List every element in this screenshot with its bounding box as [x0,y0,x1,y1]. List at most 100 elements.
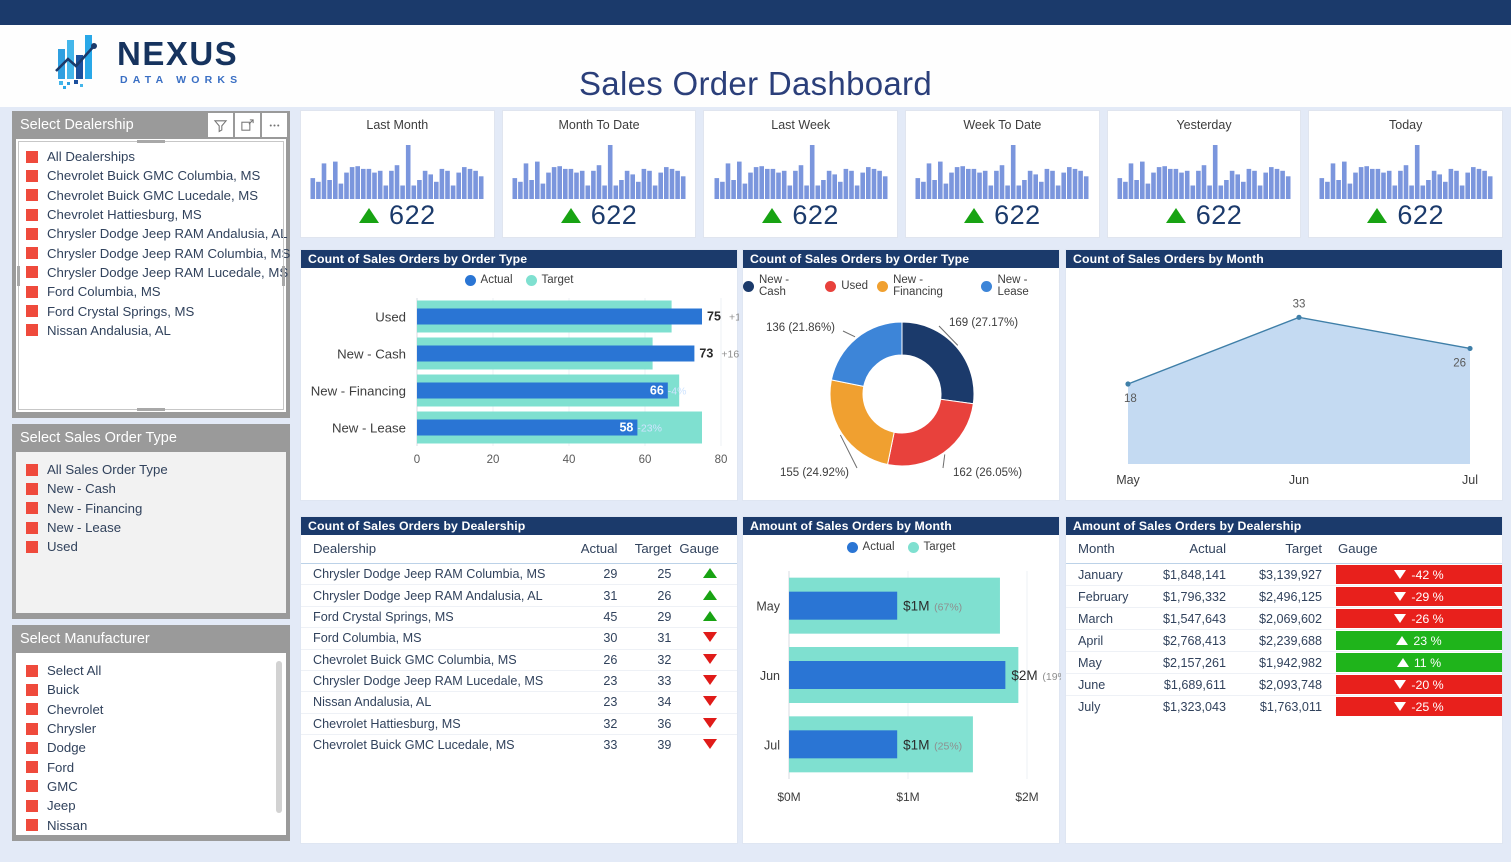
list-item[interactable]: Chevrolet [26,700,282,719]
table-row[interactable]: Chevrolet Buick GMC Lucedale, MS 33 39 [301,734,737,756]
slicer-manufacturer-list[interactable]: Select All Buick Chevrolet Chrysler Dodg… [16,653,286,835]
checkbox-icon[interactable] [26,305,38,318]
checkbox-icon[interactable] [26,150,38,163]
column-header[interactable]: Dealership [301,535,564,564]
list-item[interactable]: Select All [26,661,282,680]
kpi-card[interactable]: Yesterday 622 [1106,110,1302,238]
list-item[interactable]: Chevrolet Hattiesburg, MS [26,205,282,224]
table-row[interactable]: Chrysler Dodge Jeep RAM Columbia, MS 29 25 [301,562,737,585]
table-row[interactable]: April $2,768,413 $2,239,688 23 % [1066,629,1502,652]
table-row[interactable]: Chevrolet Hattiesburg, MS 32 36 [301,712,737,735]
checkbox-icon[interactable] [26,502,38,515]
column-header[interactable]: Gauge [675,535,737,564]
table-row[interactable]: January $1,848,141 $3,139,927 -42 % [1066,563,1502,586]
checkbox-icon[interactable] [26,463,38,476]
checkbox-icon[interactable] [26,799,38,812]
checkbox-icon[interactable] [26,761,38,774]
legend-item[interactable]: New - Cash [743,274,816,298]
more-options-icon[interactable] [262,113,287,137]
table-row[interactable]: Chrysler Dodge Jeep RAM Lucedale, MS 23 33 [301,669,737,692]
checkbox-icon[interactable] [26,227,38,240]
table-row[interactable]: Ford Crystal Springs, MS 45 29 [301,605,737,628]
checkbox-icon[interactable] [26,285,38,298]
column-header[interactable]: Gauge [1326,535,1502,564]
card-count-by-dealership[interactable]: Count of Sales Orders by Dealership Deal… [300,516,738,844]
list-item[interactable]: Chrysler [26,719,282,738]
list-item[interactable]: Jeep [26,796,282,815]
list-item[interactable]: Ford Crystal Springs, MS [26,301,282,320]
checkbox-icon[interactable] [26,683,38,696]
checkbox-icon[interactable] [26,324,38,337]
list-item[interactable]: Chrysler Dodge Jeep RAM Andalusia, AL [26,224,287,243]
list-item[interactable]: Nissan Andalusia, AL [26,321,282,340]
kpi-card[interactable]: Month To Date 622 [501,110,697,238]
column-header[interactable]: Target [621,535,676,564]
table-row[interactable]: March $1,547,643 $2,069,602 -26 % [1066,607,1502,630]
column-header[interactable]: Target [1230,535,1326,564]
checkbox-icon[interactable] [26,482,38,495]
legend-item[interactable]: Target [907,541,955,553]
kpi-card[interactable]: Last Week 622 [703,110,899,238]
table-row[interactable]: Ford Columbia, MS 30 31 [301,627,737,649]
kpi-card[interactable]: Week To Date 622 [905,110,1100,238]
list-item[interactable]: Chevrolet Buick GMC Columbia, MS [26,166,282,185]
status-badge: -25 % [1336,697,1502,716]
card-count-by-month[interactable]: Count of Sales Orders by Month 18 May 33 Ju… [1065,249,1503,501]
list-item[interactable]: New - Cash [26,479,282,498]
checkbox-icon[interactable] [26,664,38,677]
list-item[interactable]: Buick [26,680,282,699]
slicer-dealership-list[interactable]: All Dealerships Chevrolet Buick GMC Colu… [16,139,290,412]
checkbox-icon[interactable] [26,266,38,279]
table-row[interactable]: May $2,157,261 $1,942,982 11 % [1066,651,1502,674]
table-row[interactable]: February $1,796,332 $2,496,125 -29 % [1066,585,1502,608]
vertical-scrollbar[interactable] [276,661,282,813]
table-row[interactable]: Chevrolet Buick GMC Columbia, MS 26 32 [301,648,737,671]
legend-item[interactable]: Actual [464,274,513,286]
table-row[interactable]: Nissan Andalusia, AL 23 34 [301,691,737,714]
checkbox-icon[interactable] [26,780,38,793]
checkbox-icon[interactable] [26,247,38,260]
legend-item[interactable]: Used [825,280,868,292]
list-item[interactable]: New - Lease [26,518,282,537]
table-row[interactable]: June $1,689,611 $2,093,748 -20 % [1066,673,1502,696]
card-count-order-type-donut[interactable]: Count of Sales Orders by Order Type New … [742,249,1060,501]
list-item[interactable]: All Dealerships [26,147,282,166]
column-header[interactable]: Month [1066,535,1134,564]
checkbox-icon[interactable] [26,819,38,832]
legend-item[interactable]: New - Financing [877,274,972,298]
list-item[interactable]: Ford Columbia, MS [26,282,282,301]
table-row[interactable]: Chrysler Dodge Jeep RAM Andalusia, AL 31 2… [301,584,737,607]
checkbox-icon[interactable] [26,169,38,182]
checkbox-icon[interactable] [26,540,38,553]
kpi-card[interactable]: Last Month 622 [300,110,495,238]
checkbox-icon[interactable] [26,189,38,202]
kpi-card[interactable]: Today 622 [1308,110,1504,238]
table-row[interactable]: July $1,323,043 $1,763,011 -25 % [1066,695,1502,717]
list-item[interactable]: New - Financing [26,499,282,518]
card-amount-by-month[interactable]: Amount of Sales Orders by Month Actual T… [742,516,1061,844]
column-header[interactable]: Actual [563,535,622,564]
checkbox-icon[interactable] [26,703,38,716]
list-item[interactable]: All Sales Order Type [26,460,282,479]
slicer-sales-order-type-list[interactable]: All Sales Order Type New - Cash New - Fi… [16,452,286,613]
list-item[interactable]: GMC [26,777,282,796]
legend-item[interactable]: Target [525,274,573,286]
checkbox-icon[interactable] [26,741,38,754]
list-item[interactable]: Ford [26,757,282,776]
list-item[interactable]: Chrysler Dodge Jeep RAM Lucedale, MS [26,263,288,282]
checkbox-icon[interactable] [26,208,38,221]
focus-mode-icon[interactable] [235,113,260,137]
list-item[interactable]: Nissan [26,815,282,834]
list-item[interactable]: Chrysler Dodge Jeep RAM Columbia, MS [26,243,290,262]
filter-icon[interactable] [208,113,233,137]
list-item[interactable]: Used [26,537,282,556]
checkbox-icon[interactable] [26,521,38,534]
card-amount-by-dealership[interactable]: Amount of Sales Orders by Dealership Mon… [1065,516,1503,844]
legend-item[interactable]: Actual [846,541,895,553]
column-header[interactable]: Actual [1134,535,1230,564]
list-item[interactable]: Dodge [26,738,282,757]
list-item[interactable]: Chevrolet Buick GMC Lucedale, MS [26,186,282,205]
legend-item[interactable]: New - Lease [981,274,1059,298]
checkbox-icon[interactable] [26,722,38,735]
card-count-order-type-bar[interactable]: Count of Sales Orders by Order Type Actu… [300,249,739,501]
